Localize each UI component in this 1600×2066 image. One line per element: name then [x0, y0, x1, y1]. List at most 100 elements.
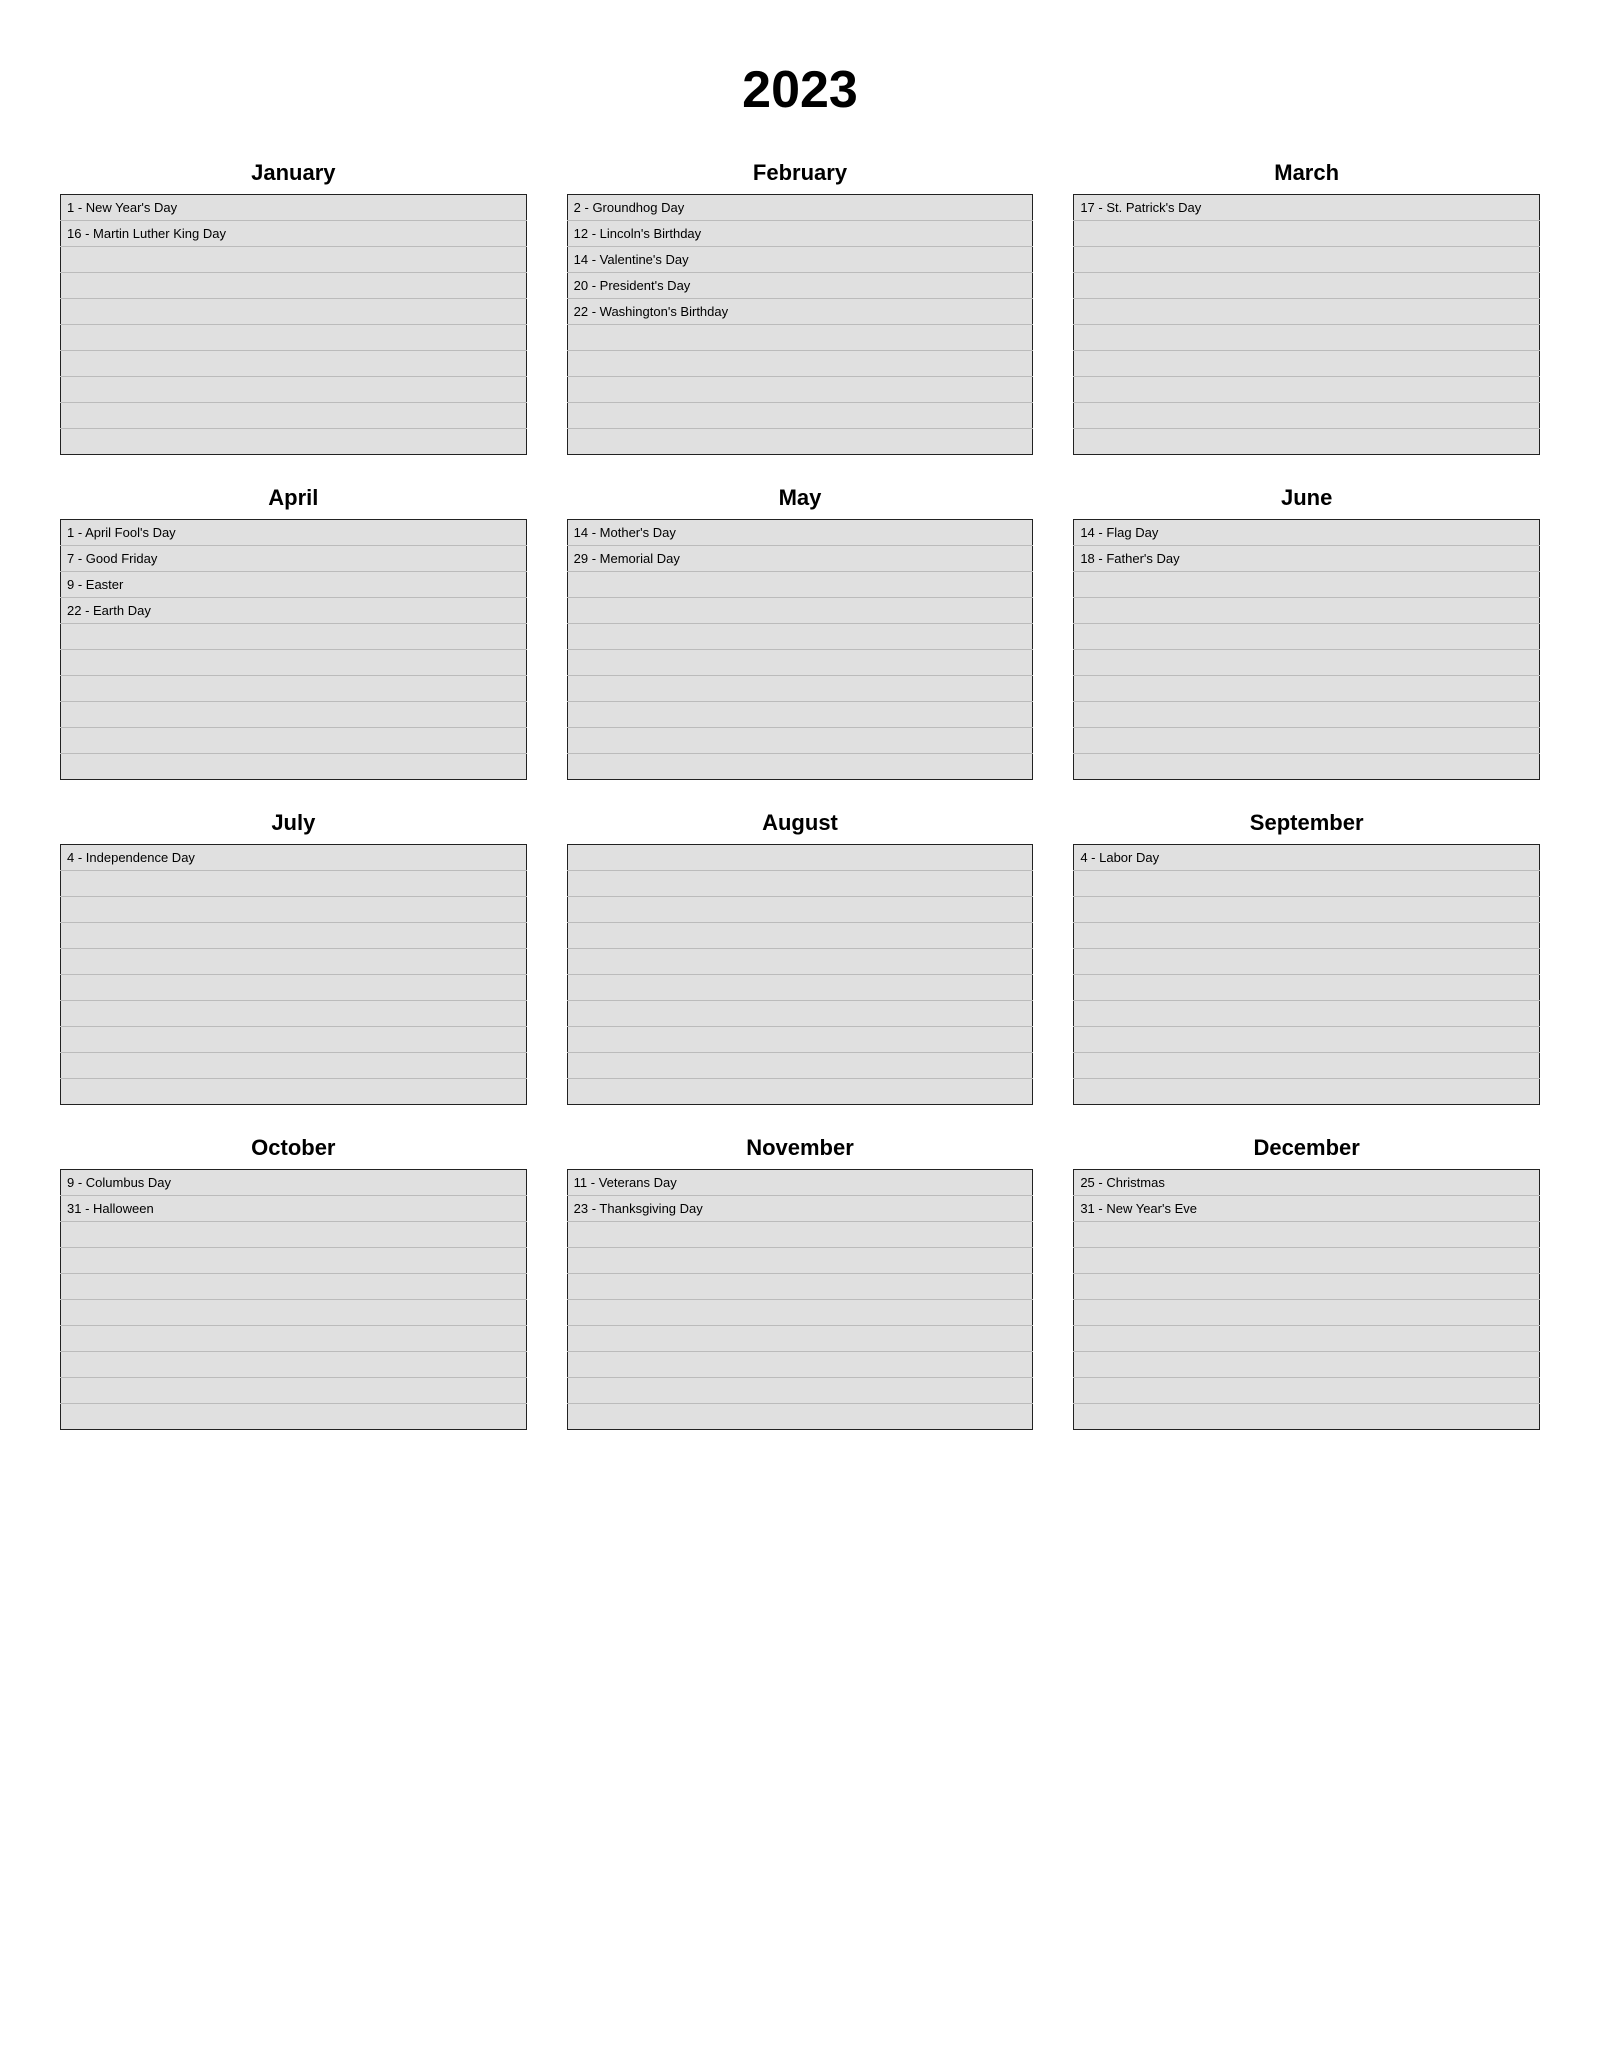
event-cell: [1074, 325, 1540, 351]
event-cell: [567, 702, 1033, 728]
table-row: [61, 1326, 527, 1352]
table-row: [1074, 1300, 1540, 1326]
event-cell: 4 - Independence Day: [61, 845, 527, 871]
month-block-july: July 4 - Independence Day: [60, 810, 527, 1105]
table-row: 23 - Thanksgiving Day: [567, 1196, 1033, 1222]
event-cell: [1074, 429, 1540, 455]
table-row: [1074, 299, 1540, 325]
table-row: 31 - New Year's Eve: [1074, 1196, 1540, 1222]
month-name: April: [268, 485, 318, 511]
event-cell: [61, 1274, 527, 1300]
month-table: 11 - Veterans Day23 - Thanksgiving Day: [567, 1169, 1034, 1430]
event-cell: [1074, 273, 1540, 299]
month-block-may: May14 - Mother's Day29 - Memorial Day: [567, 485, 1034, 780]
event-cell: [1074, 1053, 1540, 1079]
event-cell: [567, 429, 1033, 455]
table-row: [61, 247, 527, 273]
table-row: [61, 923, 527, 949]
month-name: October: [251, 1135, 335, 1161]
table-row: 25 - Christmas: [1074, 1170, 1540, 1196]
event-cell: 1 - April Fool's Day: [61, 520, 527, 546]
month-name: July: [271, 810, 315, 836]
event-cell: [567, 325, 1033, 351]
event-cell: [61, 1079, 527, 1105]
month-block-april: April1 - April Fool's Day7 - Good Friday…: [60, 485, 527, 780]
table-row: [1074, 221, 1540, 247]
table-row: [1074, 325, 1540, 351]
event-cell: [567, 975, 1033, 1001]
event-cell: [567, 351, 1033, 377]
table-row: [61, 1001, 527, 1027]
event-cell: [61, 1053, 527, 1079]
month-name: November: [746, 1135, 854, 1161]
table-row: [61, 351, 527, 377]
event-cell: [567, 403, 1033, 429]
table-row: [61, 377, 527, 403]
table-row: [1074, 975, 1540, 1001]
table-row: [567, 871, 1033, 897]
event-cell: [1074, 897, 1540, 923]
table-row: [61, 676, 527, 702]
table-row: [1074, 598, 1540, 624]
event-cell: [1074, 1300, 1540, 1326]
event-cell: 14 - Flag Day: [1074, 520, 1540, 546]
table-row: 2 - Groundhog Day: [567, 195, 1033, 221]
table-row: [567, 624, 1033, 650]
table-row: [61, 1053, 527, 1079]
event-cell: [61, 403, 527, 429]
table-row: [567, 1079, 1033, 1105]
table-row: [567, 1001, 1033, 1027]
table-row: [61, 949, 527, 975]
month-name: January: [251, 160, 335, 186]
event-cell: [567, 1274, 1033, 1300]
event-cell: [567, 1326, 1033, 1352]
table-row: [61, 897, 527, 923]
month-block-september: September4 - Labor Day: [1073, 810, 1540, 1105]
event-cell: [1074, 624, 1540, 650]
event-cell: [567, 1300, 1033, 1326]
table-row: [567, 429, 1033, 455]
table-row: [567, 754, 1033, 780]
event-cell: [61, 1001, 527, 1027]
event-cell: [1074, 1222, 1540, 1248]
table-row: [1074, 1248, 1540, 1274]
table-row: [61, 975, 527, 1001]
table-row: [1074, 1027, 1540, 1053]
event-cell: [61, 1027, 527, 1053]
table-row: [61, 1222, 527, 1248]
table-row: [567, 728, 1033, 754]
table-row: [61, 273, 527, 299]
month-name: August: [762, 810, 838, 836]
event-cell: [61, 1404, 527, 1430]
table-row: [1074, 273, 1540, 299]
event-cell: 9 - Columbus Day: [61, 1170, 527, 1196]
event-cell: [567, 1248, 1033, 1274]
table-row: [567, 1378, 1033, 1404]
table-row: [61, 403, 527, 429]
event-cell: 16 - Martin Luther King Day: [61, 221, 527, 247]
table-row: [1074, 1053, 1540, 1079]
event-cell: [1074, 1001, 1540, 1027]
event-cell: [61, 728, 527, 754]
table-row: [567, 949, 1033, 975]
event-cell: 2 - Groundhog Day: [567, 195, 1033, 221]
event-cell: [1074, 676, 1540, 702]
event-cell: [567, 728, 1033, 754]
table-row: [61, 299, 527, 325]
event-cell: [1074, 351, 1540, 377]
table-row: [1074, 676, 1540, 702]
month-block-june: June14 - Flag Day18 - Father's Day: [1073, 485, 1540, 780]
event-cell: [567, 1001, 1033, 1027]
event-cell: 4 - Labor Day: [1074, 845, 1540, 871]
event-cell: [61, 273, 527, 299]
month-block-august: August: [567, 810, 1034, 1105]
event-cell: 23 - Thanksgiving Day: [567, 1196, 1033, 1222]
event-cell: [61, 949, 527, 975]
event-cell: [567, 624, 1033, 650]
table-row: [1074, 702, 1540, 728]
month-block-january: January1 - New Year's Day16 - Martin Lut…: [60, 160, 527, 455]
event-cell: [61, 624, 527, 650]
table-row: [1074, 624, 1540, 650]
table-row: [1074, 247, 1540, 273]
event-cell: [1074, 1274, 1540, 1300]
